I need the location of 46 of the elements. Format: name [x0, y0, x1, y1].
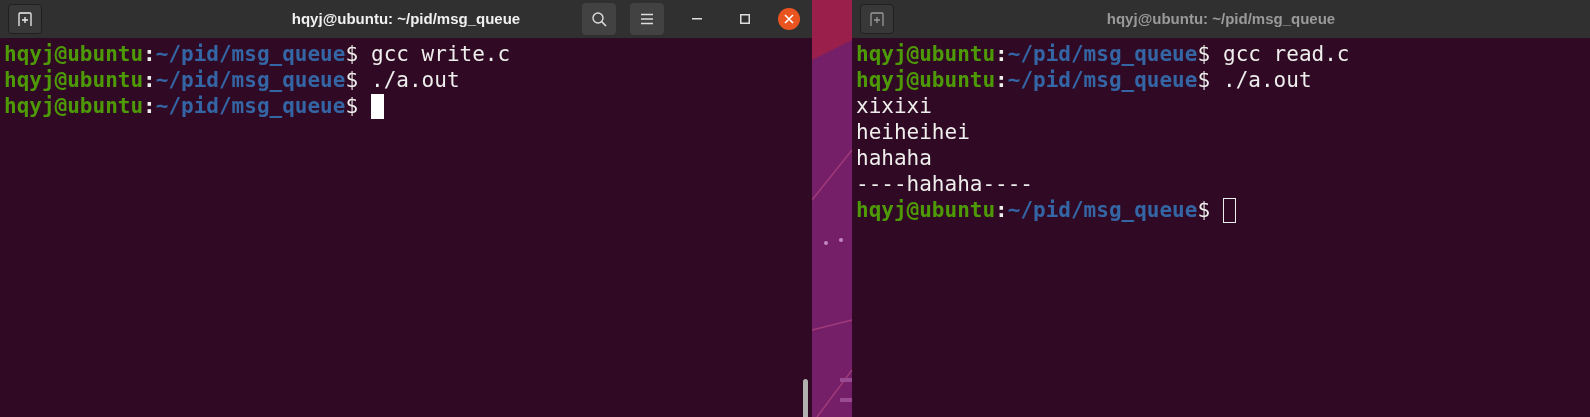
command-text: gcc read.c: [1223, 41, 1350, 67]
output-text: heiheihei: [856, 119, 970, 145]
menu-icon[interactable]: [640, 13, 654, 25]
scrollbar-thumb[interactable]: [803, 379, 808, 417]
maximize-icon[interactable]: [740, 14, 750, 24]
new-tab-button[interactable]: [8, 4, 42, 34]
window-title: hqyj@ubuntu: ~/pid/msg_queue: [291, 9, 521, 27]
prompt-user: hqyj@ubuntu: [856, 41, 996, 67]
prompt-path: ~/pid/msg_queue: [155, 67, 346, 93]
prompt-symbol: $: [1197, 67, 1211, 93]
prompt-path: ~/pid/msg_queue: [155, 93, 346, 119]
prompt-separator: :: [995, 41, 1008, 67]
prompt-user: hqyj@ubuntu: [856, 197, 996, 223]
close-icon[interactable]: [784, 14, 794, 24]
prompt-user: hqyj@ubuntu: [856, 67, 996, 93]
prompt-path: ~/pid/msg_queue: [1007, 197, 1198, 223]
prompt-user: hqyj@ubuntu: [4, 93, 144, 119]
prompt-user: hqyj@ubuntu: [4, 41, 144, 67]
prompt-symbol: $: [1197, 197, 1211, 223]
command-text: ./a.out: [371, 67, 460, 93]
prompt-symbol: $: [345, 41, 359, 67]
command-text: ./a.out: [1223, 67, 1312, 93]
new-tab-icon[interactable]: [869, 11, 885, 27]
prompt-separator: :: [995, 67, 1008, 93]
prompt-user: hqyj@ubuntu: [4, 67, 144, 93]
new-tab-button[interactable]: [860, 4, 894, 34]
prompt-separator: :: [143, 93, 156, 119]
output-text: hahaha: [856, 145, 932, 171]
prompt-path: ~/pid/msg_queue: [1007, 41, 1198, 67]
close-button[interactable]: [778, 8, 800, 30]
window-title: hqyj@ubuntu: ~/pid/msg_queue: [1106, 9, 1336, 27]
command-text: gcc write.c: [371, 41, 511, 67]
output-text: xixixi: [856, 93, 932, 119]
prompt-symbol: $: [345, 67, 359, 93]
search-button[interactable]: [582, 3, 616, 35]
prompt-separator: :: [995, 197, 1008, 223]
prompt-path: ~/pid/msg_queue: [1007, 67, 1198, 93]
prompt-path: ~/pid/msg_queue: [155, 41, 346, 67]
minimize-icon[interactable]: [692, 18, 702, 20]
prompt-separator: :: [143, 41, 156, 67]
prompt-symbol: $: [345, 93, 359, 119]
output-text: ----hahaha----: [856, 171, 1033, 197]
menu-button[interactable]: [630, 3, 664, 35]
search-icon[interactable]: [591, 11, 607, 27]
prompt-symbol: $: [1197, 41, 1211, 67]
prompt-separator: :: [143, 67, 156, 93]
